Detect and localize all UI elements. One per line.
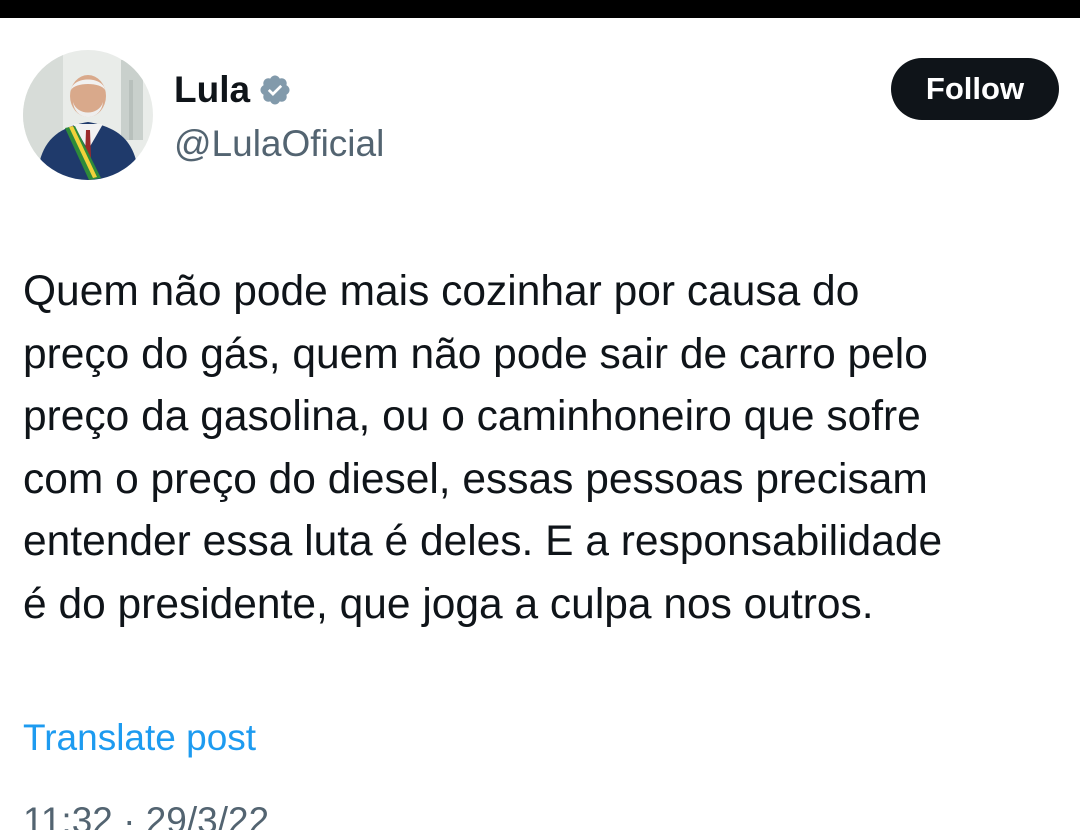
author-display-name[interactable]: Lula: [174, 70, 250, 110]
verified-badge-icon: [258, 73, 292, 107]
top-bar: [0, 0, 1080, 18]
follow-button[interactable]: Follow: [891, 58, 1059, 120]
author-name-row: Lula: [174, 70, 292, 110]
post-card: Lula @LulaOficial Follow Quem não pode m…: [0, 18, 1080, 830]
author-avatar[interactable]: [23, 50, 153, 180]
post-text: Quem não pode mais cozinhar por causa do…: [23, 268, 943, 628]
translate-post-link[interactable]: Translate post: [23, 716, 256, 760]
author-handle[interactable]: @LulaOficial: [174, 122, 384, 166]
post-timestamp[interactable]: 11:32 · 29/3/22: [23, 799, 269, 830]
